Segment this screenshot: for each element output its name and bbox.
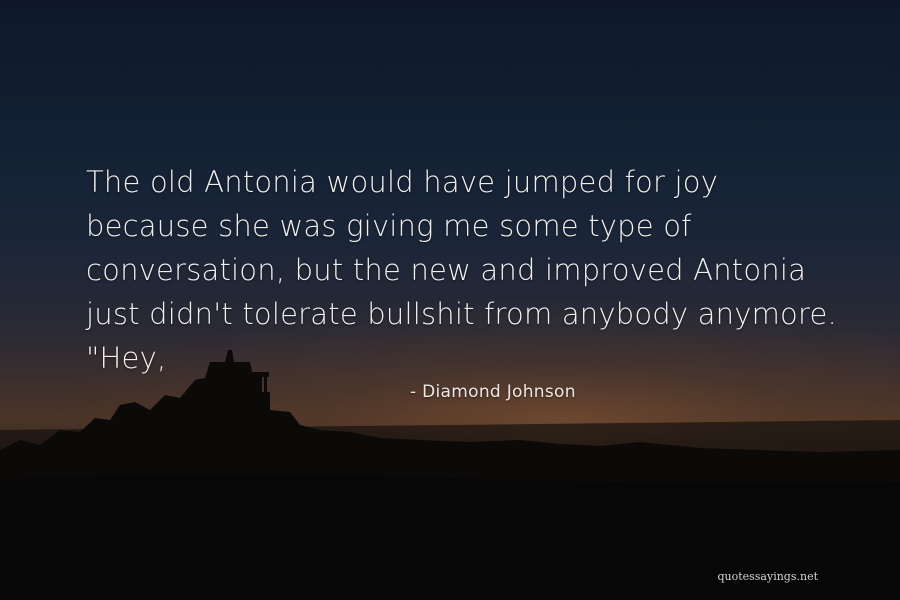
tower-mast <box>264 375 267 415</box>
site-watermark: quotessayings.net <box>717 570 818 583</box>
quote-text: The old Antonia would have jumped for jo… <box>86 165 837 375</box>
quote-image: The old Antonia would have jumped for jo… <box>0 0 900 600</box>
quote-author: - Diamond Johnson <box>410 382 576 402</box>
